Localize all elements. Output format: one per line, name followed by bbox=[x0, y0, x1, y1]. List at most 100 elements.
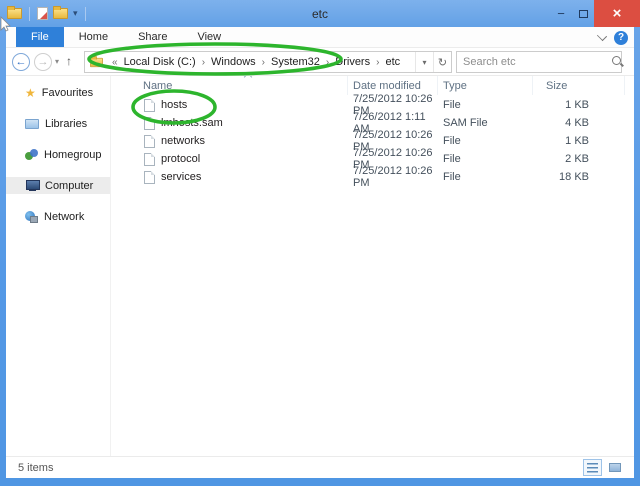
search-input[interactable] bbox=[457, 56, 611, 68]
thumbnails-view-icon bbox=[609, 463, 621, 472]
items-count: 5 items bbox=[18, 462, 53, 474]
breadcrumb-windows[interactable]: Windows bbox=[209, 56, 258, 68]
up-button[interactable]: ↑ bbox=[66, 54, 72, 68]
file-type: File bbox=[438, 168, 533, 186]
maximize-button[interactable] bbox=[572, 0, 594, 27]
file-icon bbox=[144, 99, 155, 112]
customize-toolbar-icon[interactable]: ▾ bbox=[73, 8, 78, 19]
sort-ascending-icon bbox=[244, 76, 252, 81]
address-bar[interactable]: « Local Disk (C:) › Windows › System32 ›… bbox=[84, 51, 452, 73]
window-body: File Home Share View ? ← bbox=[6, 27, 634, 478]
network-icon bbox=[25, 211, 38, 223]
maximize-icon bbox=[579, 10, 588, 18]
breadcrumb-separator-icon: › bbox=[372, 57, 383, 68]
details-view-icon bbox=[587, 463, 598, 473]
sidebar-item-label: Homegroup bbox=[44, 149, 101, 161]
status-bar: 5 items bbox=[6, 456, 634, 478]
file-name: networks bbox=[161, 135, 205, 147]
quick-access-toolbar: ▾ bbox=[0, 7, 88, 21]
minimize-button[interactable]: − bbox=[550, 0, 572, 27]
sidebar-item-homegroup[interactable]: Homegroup bbox=[6, 146, 110, 163]
refresh-icon[interactable]: ↻ bbox=[433, 52, 451, 72]
sidebar-item-label: Computer bbox=[45, 180, 93, 192]
tab-file[interactable]: File bbox=[16, 27, 64, 47]
navigation-toolbar: ← → ▾ ↑ « Local Disk (C:) › Windows › Sy… bbox=[6, 48, 634, 76]
file-name: lmhosts.sam bbox=[161, 117, 223, 129]
file-icon bbox=[144, 171, 155, 184]
file-size: 4 KB bbox=[533, 114, 625, 132]
toolbar-separator bbox=[85, 7, 86, 21]
view-buttons bbox=[583, 459, 624, 476]
recent-locations-icon[interactable]: ▾ bbox=[55, 57, 59, 66]
thumbnails-view-button[interactable] bbox=[605, 459, 624, 476]
libraries-icon bbox=[25, 119, 39, 129]
homegroup-icon bbox=[25, 149, 38, 160]
star-icon: ★ bbox=[25, 87, 36, 99]
tab-view[interactable]: View bbox=[182, 27, 236, 47]
forward-button[interactable]: → bbox=[34, 53, 52, 71]
file-rows: hosts 7/25/2012 10:26 PM File 1 KB lmhos… bbox=[111, 96, 634, 186]
breadcrumb-separator-icon: › bbox=[322, 57, 333, 68]
details-view-button[interactable] bbox=[583, 459, 602, 476]
sidebar-item-label: Libraries bbox=[45, 118, 87, 130]
window-controls: − × bbox=[550, 0, 640, 27]
breadcrumb-system32[interactable]: System32 bbox=[269, 56, 322, 68]
file-date: 7/25/2012 10:26 PM bbox=[348, 168, 438, 186]
window-title: etc bbox=[0, 7, 640, 21]
sidebar-item-network[interactable]: Network bbox=[6, 208, 110, 225]
previous-locations-icon[interactable]: ▾ bbox=[415, 52, 433, 72]
file-icon bbox=[144, 117, 155, 130]
tab-home[interactable]: Home bbox=[64, 27, 123, 47]
new-folder-icon[interactable] bbox=[53, 8, 68, 19]
breadcrumb-etc[interactable]: etc bbox=[383, 56, 402, 68]
navigation-pane: ★ Favourites Libraries Homegroup Compute… bbox=[6, 76, 111, 456]
back-button[interactable]: ← bbox=[12, 53, 30, 71]
file-size: 1 KB bbox=[533, 96, 625, 114]
search-icon[interactable] bbox=[611, 55, 616, 69]
explorer-folder-icon[interactable] bbox=[7, 8, 22, 19]
ribbon-right-controls: ? bbox=[598, 27, 628, 48]
breadcrumb-drivers[interactable]: Drivers bbox=[333, 56, 372, 68]
address-folder-icon[interactable] bbox=[90, 57, 103, 66]
column-header-name[interactable]: Name bbox=[111, 76, 348, 95]
sidebar-item-libraries[interactable]: Libraries bbox=[6, 115, 110, 132]
file-name: protocol bbox=[161, 153, 200, 165]
expand-ribbon-icon[interactable] bbox=[597, 31, 607, 41]
computer-icon bbox=[25, 180, 39, 191]
toolbar-separator bbox=[29, 7, 30, 21]
file-type: SAM File bbox=[438, 114, 533, 132]
column-header-size[interactable]: Size bbox=[533, 76, 625, 95]
column-header-type[interactable]: Type bbox=[438, 76, 533, 95]
file-size: 18 KB bbox=[533, 168, 625, 186]
properties-icon[interactable] bbox=[37, 7, 48, 20]
tab-share[interactable]: Share bbox=[123, 27, 182, 47]
main-area: ★ Favourites Libraries Homegroup Compute… bbox=[6, 76, 634, 456]
breadcrumb-overflow-icon[interactable]: « bbox=[108, 57, 122, 68]
column-header-date-modified[interactable]: Date modified bbox=[348, 76, 438, 95]
breadcrumb-local-disk[interactable]: Local Disk (C:) bbox=[122, 56, 198, 68]
file-type: File bbox=[438, 132, 533, 150]
file-icon bbox=[144, 153, 155, 166]
sidebar-item-label: Favourites bbox=[42, 87, 93, 99]
sidebar-item-favourites[interactable]: ★ Favourites bbox=[6, 84, 110, 101]
file-icon bbox=[144, 135, 155, 148]
sidebar-item-label: Network bbox=[44, 211, 84, 223]
close-button[interactable]: × bbox=[594, 0, 640, 27]
column-header-label: Name bbox=[143, 80, 172, 92]
file-type: File bbox=[438, 96, 533, 114]
file-list: Name Date modified Type Size hosts 7/25/… bbox=[111, 76, 634, 456]
explorer-window: ▾ etc − × File Home Share View ? bbox=[0, 0, 640, 486]
sidebar-item-computer[interactable]: Computer bbox=[6, 177, 110, 194]
column-headers: Name Date modified Type Size bbox=[111, 76, 634, 95]
titlebar: ▾ etc − × bbox=[0, 0, 640, 27]
file-name: hosts bbox=[161, 99, 187, 111]
file-row-services[interactable]: services 7/25/2012 10:26 PM File 18 KB bbox=[111, 168, 634, 186]
breadcrumb-separator-icon: › bbox=[198, 57, 209, 68]
file-size: 1 KB bbox=[533, 132, 625, 150]
search-box bbox=[456, 51, 622, 73]
file-type: File bbox=[438, 150, 533, 168]
breadcrumb-separator-icon: › bbox=[258, 57, 269, 68]
ribbon-tab-bar: File Home Share View ? bbox=[6, 27, 634, 48]
file-name: services bbox=[161, 171, 201, 183]
help-icon[interactable]: ? bbox=[614, 31, 628, 45]
